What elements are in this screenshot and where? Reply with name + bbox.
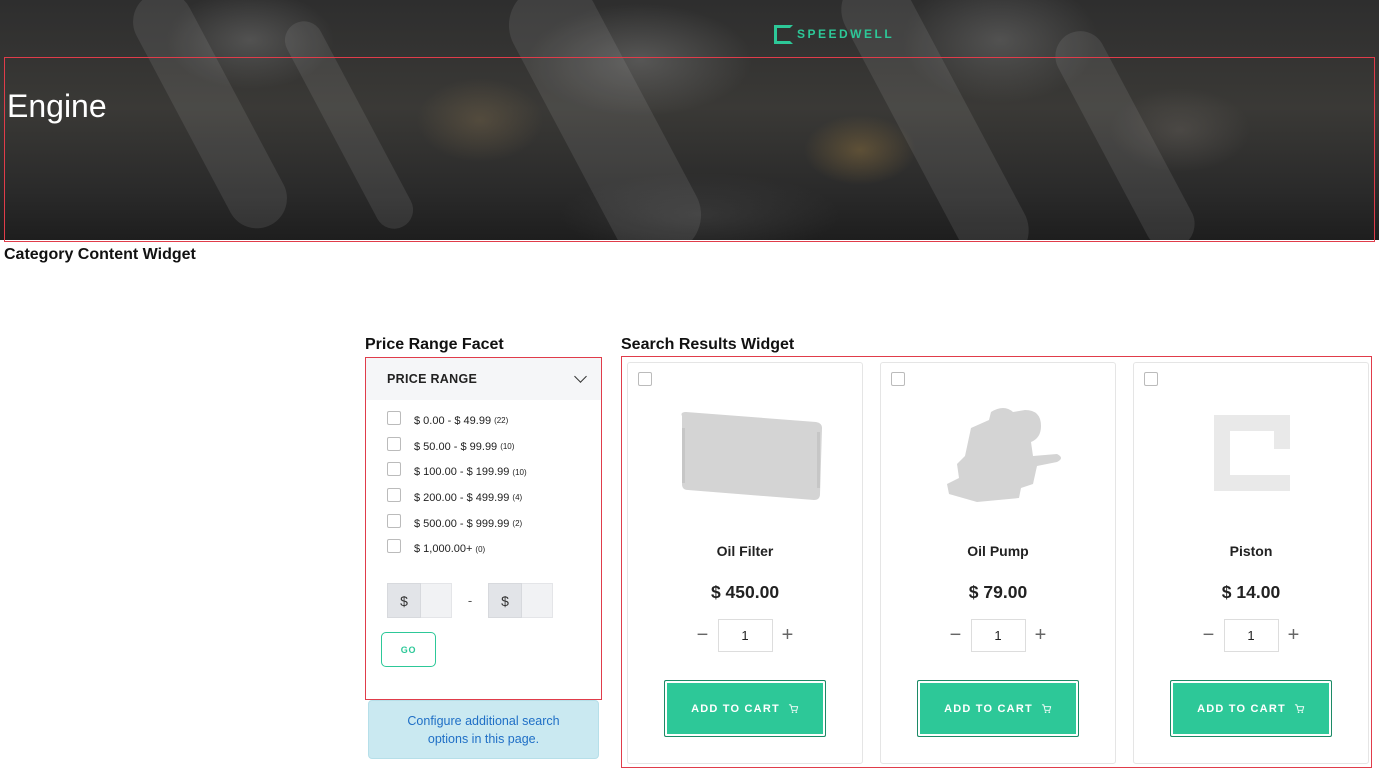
category-hero-banner: SPEEDWELL Engine [0,0,1379,240]
price-facet-widget-label: Price Range Facet [365,336,504,353]
max-price-currency: $ [488,583,522,618]
price-range-option[interactable]: $ 200.00 - $ 499.99 (4) [387,485,601,511]
price-range-count: (10) [512,467,527,477]
price-range-checkbox[interactable] [387,410,401,425]
price-range-checkbox[interactable] [387,513,401,528]
speedwell-logo-mark-icon [774,24,793,44]
add-to-cart-button[interactable]: ADD TO CART [1170,680,1332,737]
speedwell-logo-text: SPEEDWELL [797,27,895,41]
product-name[interactable]: Oil Filter [628,543,862,559]
category-widget-label: Category Content Widget [4,246,196,263]
search-results-grid: Oil Filter $ 450.00 − 1 + ADD TO CART Oi… [621,356,1372,768]
price-range-label: $ 50.00 - $ 99.99 [414,440,498,453]
product-card: Oil Filter $ 450.00 − 1 + ADD TO CART [627,362,863,764]
quantity-decrement-button[interactable]: − [944,624,968,648]
oil-filter-image[interactable] [666,383,826,523]
price-range-facet-title: PRICE RANGE [387,372,478,386]
max-price-field: $ [488,583,553,618]
add-to-cart-button[interactable]: ADD TO CART [664,680,826,737]
max-price-input[interactable] [522,583,553,618]
price-range-label: $ 1,000.00+ [414,543,473,556]
product-price: $ 450.00 [710,582,780,602]
price-range-options: $ 0.00 - $ 49.99 (22) $ 50.00 - $ 99.99 … [366,400,601,562]
price-range-option[interactable]: $ 1,000.00+ (0) [387,536,601,562]
category-title: Engine [7,88,107,124]
quantity-stepper: − 1 + [1134,619,1368,652]
product-price: $ 14.00 [1221,582,1281,602]
quantity-input[interactable]: 1 [1223,619,1279,652]
product-name[interactable]: Oil Pump [881,543,1115,559]
quantity-decrement-button[interactable]: − [1197,624,1221,648]
quantity-increment-button[interactable]: + [1282,624,1306,648]
quantity-increment-button[interactable]: + [1029,624,1053,648]
search-results-widget-label: Search Results Widget [621,336,795,353]
price-range-facet: PRICE RANGE $ 0.00 - $ 49.99 (22) $ 50.0… [365,357,602,700]
add-to-cart-button[interactable]: ADD TO CART [917,680,1079,737]
cart-icon [788,704,799,713]
price-range-checkbox[interactable] [387,487,401,502]
add-to-cart-label: ADD TO CART [944,702,1033,715]
product-compare-checkbox[interactable] [638,372,652,386]
min-price-field: $ [387,583,452,618]
product-name[interactable]: Piston [1134,543,1368,559]
quantity-increment-button[interactable]: + [776,624,800,648]
price-range-option[interactable]: $ 0.00 - $ 49.99 (22) [387,408,601,434]
price-range-count: (22) [494,416,509,426]
quantity-stepper: − 1 + [628,619,862,652]
product-card: Oil Pump $ 79.00 − 1 + ADD TO CART [880,362,1116,764]
oil-pump-image[interactable] [919,383,1079,523]
cart-icon [1041,704,1052,713]
price-range-label: $ 500.00 - $ 999.99 [414,517,510,530]
go-button[interactable]: GO [381,632,436,667]
quantity-decrement-button[interactable]: − [691,624,715,648]
chevron-down-icon [574,370,587,383]
price-range-option[interactable]: $ 50.00 - $ 99.99 (10) [387,434,601,460]
price-range-count: (0) [475,544,486,554]
price-range-count: (2) [512,519,523,529]
price-range-label: $ 200.00 - $ 499.99 [414,491,510,504]
price-separator: - [467,593,473,608]
price-range-option[interactable]: $ 100.00 - $ 199.99 (10) [387,459,601,485]
quantity-input[interactable]: 1 [717,619,773,652]
price-range-count: (10) [500,442,515,452]
configure-search-options-link[interactable]: Configure additional search options in t… [368,700,599,759]
placeholder-logo-image[interactable] [1172,383,1332,523]
product-compare-checkbox[interactable] [1144,372,1158,386]
custom-price-range: $ - $ [387,583,553,618]
quantity-input[interactable]: 1 [970,619,1026,652]
price-range-label: $ 0.00 - $ 49.99 [414,414,492,427]
add-to-cart-label: ADD TO CART [1197,702,1286,715]
min-price-input[interactable] [421,583,452,618]
product-price: $ 79.00 [968,582,1028,602]
price-range-count: (4) [512,493,523,503]
cart-icon [1294,704,1305,713]
price-range-checkbox[interactable] [387,462,401,477]
price-range-checkbox[interactable] [387,539,401,554]
speedwell-logo[interactable]: SPEEDWELL [774,24,894,44]
price-range-option[interactable]: $ 500.00 - $ 999.99 (2) [387,511,601,537]
price-range-facet-header[interactable]: PRICE RANGE [366,358,601,400]
product-card: Piston $ 14.00 − 1 + ADD TO CART [1133,362,1369,764]
product-compare-checkbox[interactable] [891,372,905,386]
price-range-checkbox[interactable] [387,436,401,451]
quantity-stepper: − 1 + [881,619,1115,652]
min-price-currency: $ [387,583,421,618]
add-to-cart-label: ADD TO CART [691,702,780,715]
price-range-label: $ 100.00 - $ 199.99 [414,466,510,479]
